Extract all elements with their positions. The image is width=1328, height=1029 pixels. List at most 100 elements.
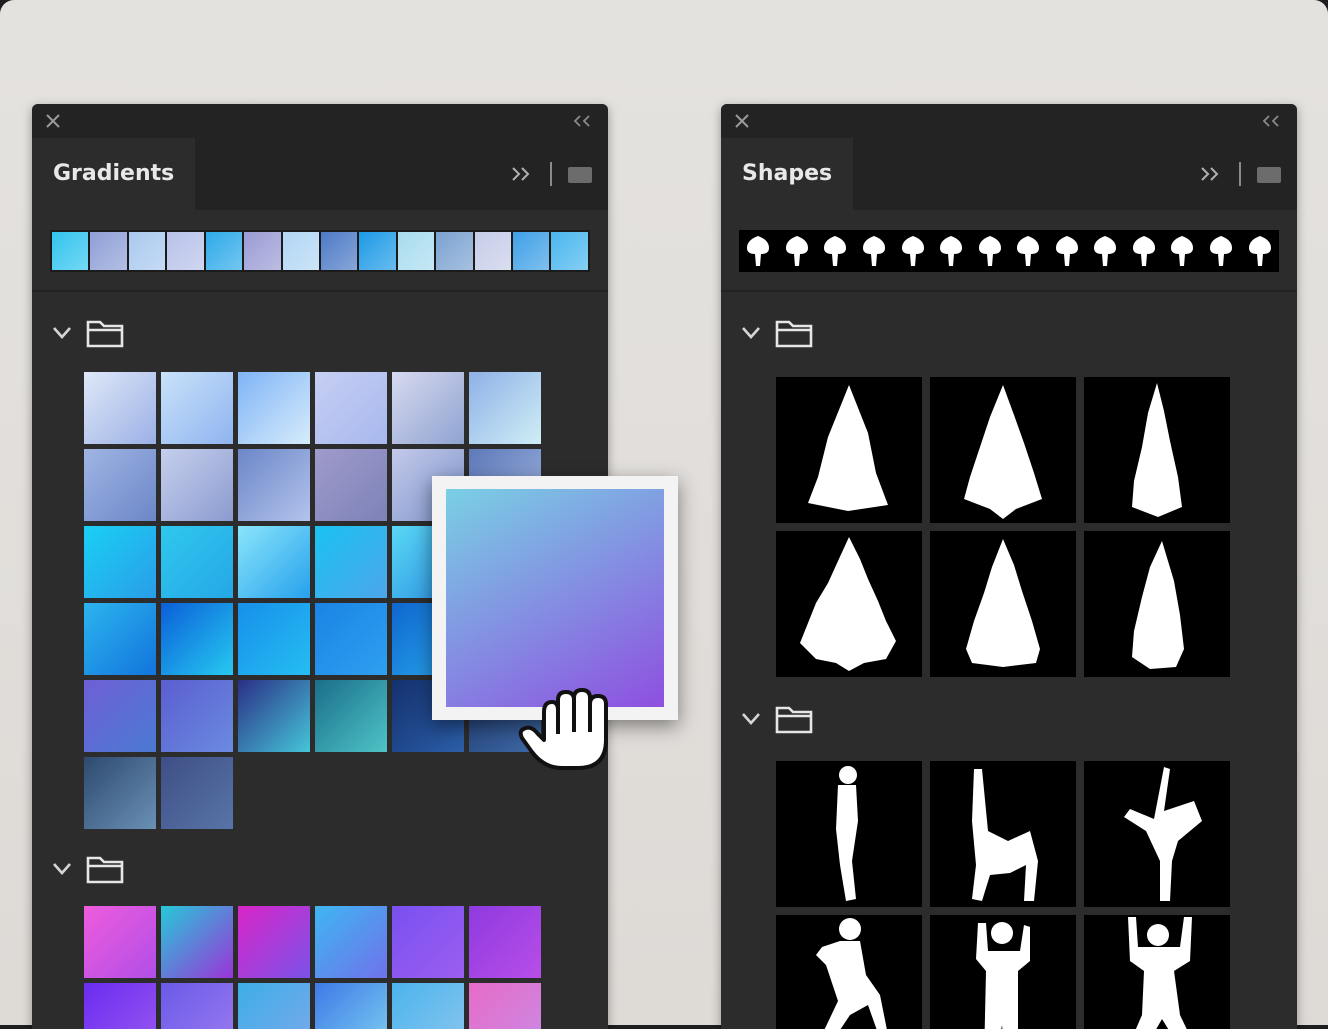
tree-shape[interactable] — [776, 377, 922, 523]
gradient-swatch[interactable] — [469, 906, 541, 978]
gradient-swatch[interactable] — [315, 983, 387, 1029]
gradient-swatch[interactable] — [315, 906, 387, 978]
gradient-swatch[interactable] — [84, 906, 156, 978]
gradient-swatch[interactable] — [244, 232, 281, 270]
tree-shape[interactable] — [1084, 377, 1230, 523]
panel-topbar — [32, 104, 608, 138]
gradient-swatch[interactable] — [161, 757, 233, 829]
gradient-swatch[interactable] — [238, 526, 310, 598]
tree-shape-thumb[interactable] — [1013, 234, 1043, 268]
figure-shape[interactable] — [930, 915, 1076, 1029]
gradient-swatch[interactable] — [84, 526, 156, 598]
gradient-swatch[interactable] — [161, 983, 233, 1029]
gradient-swatch[interactable] — [161, 449, 233, 521]
tree-shape-thumb[interactable] — [859, 234, 889, 268]
figure-shape[interactable] — [1084, 915, 1230, 1029]
gradient-swatch[interactable] — [238, 372, 310, 444]
recent-gradients-strip — [50, 230, 590, 272]
gradient-swatch[interactable] — [315, 449, 387, 521]
tree-shape-thumb[interactable] — [1167, 234, 1197, 268]
shape-group-header-2[interactable] — [741, 702, 841, 742]
gradient-swatch[interactable] — [84, 449, 156, 521]
gradient-swatch[interactable] — [205, 232, 243, 270]
gradient-swatch[interactable] — [551, 232, 588, 270]
tree-shape-thumb[interactable] — [898, 234, 928, 268]
gradient-swatch[interactable] — [84, 983, 156, 1029]
figure-shape[interactable] — [1084, 761, 1230, 907]
tree-shape[interactable] — [930, 377, 1076, 523]
overflow-icon[interactable] — [1199, 166, 1221, 182]
tree-shape[interactable] — [930, 531, 1076, 677]
panel-menu-icon[interactable] — [1257, 167, 1281, 183]
tree-shape-thumb[interactable] — [936, 234, 966, 268]
tab-shapes[interactable]: Shapes — [721, 138, 854, 210]
gradient-swatch[interactable] — [436, 232, 473, 270]
tree-shape-thumb[interactable] — [743, 234, 773, 268]
gradient-swatch[interactable] — [161, 372, 233, 444]
gradient-swatch[interactable] — [161, 906, 233, 978]
tree-shape-thumb[interactable] — [1052, 234, 1082, 268]
gradient-swatch[interactable] — [84, 372, 156, 444]
gradient-swatch[interactable] — [161, 526, 233, 598]
chevron-down-icon[interactable] — [741, 712, 761, 726]
gradient-swatch[interactable] — [359, 232, 396, 270]
tree-shape-thumb[interactable] — [975, 234, 1005, 268]
gradient-swatch[interactable] — [315, 526, 387, 598]
gradient-swatch[interactable] — [238, 449, 310, 521]
shape-group-header-1[interactable] — [741, 316, 841, 356]
collapse-icon[interactable] — [572, 115, 592, 127]
tree-shape-thumb[interactable] — [1090, 234, 1120, 268]
gradient-group-header-2[interactable] — [52, 852, 152, 892]
collapse-icon[interactable] — [1261, 115, 1281, 127]
gradient-swatch[interactable] — [315, 372, 387, 444]
tree-shape-thumb[interactable] — [1245, 234, 1275, 268]
gradient-swatch[interactable] — [84, 603, 156, 675]
tree-shape[interactable] — [776, 531, 922, 677]
desktop-background: Gradients Shapes — [0, 0, 1328, 1029]
tab-row: Shapes — [721, 138, 1297, 210]
tree-shape-thumb[interactable] — [1129, 234, 1159, 268]
figure-shape[interactable] — [776, 761, 922, 907]
gradient-swatch[interactable] — [315, 603, 387, 675]
chevron-down-icon[interactable] — [741, 326, 761, 340]
gradient-swatch[interactable] — [128, 232, 166, 270]
close-icon[interactable] — [733, 112, 751, 130]
gradient-swatch[interactable] — [52, 232, 89, 270]
gradient-swatch[interactable] — [238, 983, 310, 1029]
figure-shape[interactable] — [776, 915, 922, 1029]
gradient-swatch[interactable] — [238, 906, 310, 978]
chevron-down-icon[interactable] — [52, 862, 72, 876]
gradient-swatch[interactable] — [84, 680, 156, 752]
chevron-down-icon[interactable] — [52, 326, 72, 340]
gradient-swatch[interactable] — [397, 232, 435, 270]
gradient-swatch[interactable] — [238, 680, 310, 752]
gradient-swatch[interactable] — [167, 232, 204, 270]
tree-shape[interactable] — [1084, 531, 1230, 677]
panel-menu-icon[interactable] — [568, 167, 592, 183]
overflow-icon[interactable] — [510, 166, 532, 182]
close-icon[interactable] — [44, 112, 62, 130]
gradient-swatch[interactable] — [392, 372, 464, 444]
figure-shape[interactable] — [930, 761, 1076, 907]
folder-icon — [775, 320, 813, 348]
tree-shape-thumb[interactable] — [820, 234, 850, 268]
tab-gradients[interactable]: Gradients — [32, 138, 196, 210]
gradient-swatch[interactable] — [392, 983, 464, 1029]
tree-shape-thumb[interactable] — [1206, 234, 1236, 268]
gradient-swatch[interactable] — [469, 983, 541, 1029]
gradient-swatch[interactable] — [315, 680, 387, 752]
gradient-swatch[interactable] — [320, 232, 358, 270]
gradient-swatch[interactable] — [161, 603, 233, 675]
tab-row: Gradients — [32, 138, 608, 210]
gradient-swatch[interactable] — [161, 680, 233, 752]
gradient-swatch[interactable] — [469, 372, 541, 444]
gradient-swatch[interactable] — [90, 232, 127, 270]
gradient-swatch[interactable] — [238, 603, 310, 675]
gradient-swatch[interactable] — [392, 906, 464, 978]
gradient-swatch[interactable] — [513, 232, 550, 270]
gradient-swatch[interactable] — [282, 232, 319, 270]
tree-shape-thumb[interactable] — [782, 234, 812, 268]
gradient-swatch[interactable] — [474, 232, 512, 270]
gradient-group-header-1[interactable] — [52, 316, 152, 356]
gradient-swatch[interactable] — [84, 757, 156, 829]
